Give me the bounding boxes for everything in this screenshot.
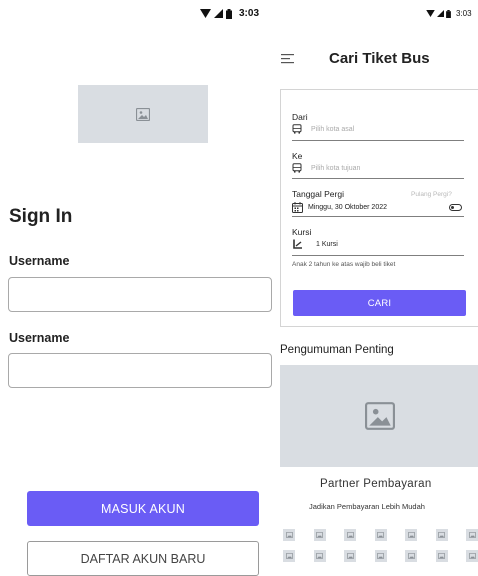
status-bar-right: 3:03 bbox=[426, 9, 472, 18]
partner-logo bbox=[344, 550, 356, 562]
calendar-icon bbox=[292, 202, 303, 213]
partner-logo bbox=[466, 550, 478, 562]
username-input-2[interactable] bbox=[8, 353, 272, 388]
register-button[interactable]: DAFTAR AKUN BARU bbox=[27, 541, 259, 576]
seats-underline bbox=[292, 255, 464, 256]
partner-logo bbox=[283, 529, 295, 541]
announcement-title: Pengumuman Penting bbox=[280, 344, 394, 356]
partner-logo bbox=[435, 550, 448, 562]
bus-search-screen: 3:03 Cari Tiket Bus Dari Pilih kota asal… bbox=[0, 0, 478, 562]
image-placeholder-icon bbox=[377, 532, 384, 538]
image-placeholder-icon bbox=[316, 553, 323, 559]
date-label: Tanggal Pergi bbox=[292, 189, 344, 199]
image-placeholder-icon bbox=[365, 402, 395, 430]
partner-logo bbox=[435, 529, 448, 541]
partner-logo bbox=[313, 550, 326, 562]
status-bar: 3:03 bbox=[200, 8, 259, 19]
partner-logo bbox=[405, 529, 417, 541]
image-placeholder-icon bbox=[285, 553, 293, 559]
from-label: Dari bbox=[292, 112, 308, 122]
battery-icon bbox=[446, 9, 451, 18]
to-label: Ke bbox=[292, 151, 303, 161]
search-button-label: CARI bbox=[367, 297, 392, 309]
seats-label: Kursi bbox=[292, 227, 312, 237]
partner-logo bbox=[283, 550, 295, 562]
toggle-icon[interactable] bbox=[449, 204, 462, 211]
partner-title: Partner Pembayaran bbox=[320, 478, 432, 490]
image-placeholder-icon bbox=[136, 107, 150, 121]
date-value[interactable]: Minggu, 30 Oktober 2022 bbox=[308, 204, 387, 211]
image-placeholder-icon bbox=[438, 553, 445, 559]
image-placeholder-icon bbox=[377, 553, 384, 559]
register-button-label: DAFTAR AKUN BARU bbox=[80, 551, 206, 566]
signal-icon bbox=[437, 10, 444, 17]
seat-icon bbox=[293, 239, 302, 249]
menu-icon[interactable] bbox=[281, 54, 294, 64]
wifi-icon bbox=[200, 9, 211, 18]
page-title: Sign In bbox=[9, 206, 73, 227]
seats-value[interactable]: 1 Kursi bbox=[316, 241, 338, 248]
partner-logo bbox=[374, 550, 387, 562]
login-button-label: MASUK AKUN bbox=[101, 501, 185, 516]
partner-logo bbox=[374, 529, 387, 541]
image-placeholder-icon bbox=[346, 553, 354, 559]
battery-icon bbox=[226, 8, 232, 19]
image-placeholder-icon bbox=[468, 532, 476, 538]
seats-note: Anak 2 tahun ke atas wajib beli tiket bbox=[292, 261, 396, 268]
app-title: Cari Tiket Bus bbox=[329, 50, 430, 67]
image-placeholder-icon bbox=[285, 532, 293, 538]
status-time: 3:03 bbox=[456, 9, 472, 18]
username-input[interactable] bbox=[8, 277, 272, 312]
from-underline bbox=[292, 140, 464, 141]
logo-image bbox=[78, 85, 208, 143]
partner-logo bbox=[344, 529, 356, 541]
bus-icon bbox=[292, 124, 302, 134]
partner-logo bbox=[405, 550, 417, 562]
date-underline bbox=[292, 216, 464, 217]
announcement-image[interactable] bbox=[280, 365, 478, 467]
status-time: 3:03 bbox=[239, 8, 260, 19]
login-button[interactable]: MASUK AKUN bbox=[27, 491, 259, 526]
to-input[interactable]: Pilih kota tujuan bbox=[311, 165, 360, 172]
wifi-icon bbox=[426, 10, 435, 17]
partner-logo-grid bbox=[283, 529, 478, 574]
bus-icon bbox=[292, 163, 302, 173]
image-placeholder-icon bbox=[438, 532, 445, 538]
signal-icon bbox=[214, 9, 223, 18]
from-input[interactable]: Pilih kota asal bbox=[311, 126, 354, 133]
username-label-2: Username bbox=[9, 331, 70, 345]
partner-logo bbox=[466, 529, 478, 541]
partner-logo bbox=[313, 529, 326, 541]
return-trip-link[interactable]: Pulang Pergi? bbox=[411, 191, 452, 198]
image-placeholder-icon bbox=[346, 532, 354, 538]
image-placeholder-icon bbox=[407, 553, 415, 559]
to-underline bbox=[292, 178, 464, 179]
image-placeholder-icon bbox=[316, 532, 323, 538]
partner-subtitle: Jadikan Pembayaran Lebih Mudah bbox=[309, 502, 425, 511]
search-button[interactable]: CARI bbox=[293, 290, 466, 316]
image-placeholder-icon bbox=[468, 553, 476, 559]
image-placeholder-icon bbox=[407, 532, 415, 538]
username-label: Username bbox=[9, 254, 70, 268]
